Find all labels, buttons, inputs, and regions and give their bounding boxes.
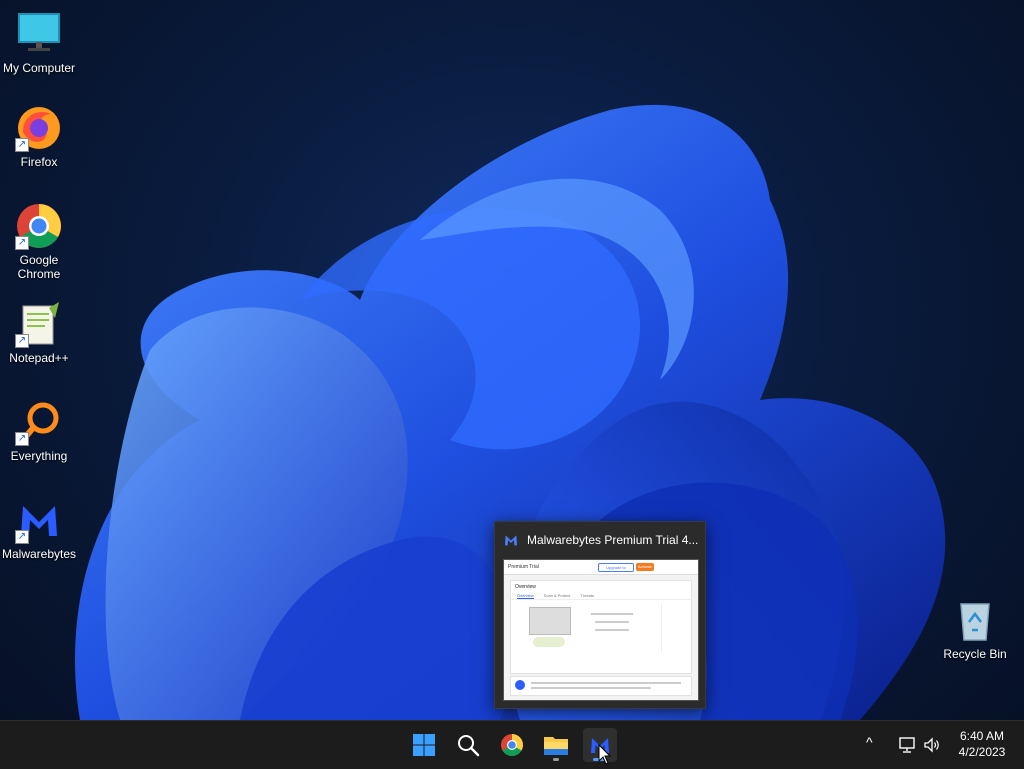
desktop-icon-label: Recycle Bin [943,647,1007,661]
thumb-rating [533,637,565,647]
thumb-activate-button: Activate [636,563,654,571]
chrome-icon [501,734,523,756]
malwarebytes-icon: ↗ [15,496,63,544]
desktop-icon-label: Malwarebytes [1,547,77,561]
preview-title-text: Malwarebytes Premium Trial 4... [527,533,699,547]
desktop-icon-label: Firefox [20,155,58,169]
folder-icon [544,737,568,755]
mouse-cursor-icon [598,744,612,765]
clock-time: 6:40 AM [959,729,1005,743]
thumb-tabs: Overview Scan & Protect Threats [511,593,691,600]
preview-title: Malwarebytes Premium Trial 4... [503,532,699,548]
network-icon[interactable] [898,736,916,754]
recycle-bin-icon [951,596,999,644]
monitor-icon [15,10,63,58]
volume-icon[interactable] [923,736,941,754]
preview-thumbnail[interactable]: Premium Trial Upgrade to Premium Activat… [503,559,699,701]
show-hidden-icons-button[interactable]: ^ [866,734,873,750]
desktop-icon-everything[interactable]: ↗ Everything [0,398,78,463]
running-indicator [553,758,559,761]
thumb-tab: Overview [517,593,534,599]
thumb-news-bar [510,676,692,696]
thumb-card-title: Overview [515,584,536,590]
desktop-icon-notepadpp[interactable]: ↗ Notepad++ [0,300,78,365]
thumb-tab: Scan & Protect [543,593,571,598]
desktop-icon-label: My Computer [2,61,76,75]
search-button[interactable] [451,728,485,762]
clock-date: 4/2/2023 [958,745,1006,759]
desktop-icon-google-chrome[interactable]: ↗ Google Chrome [0,202,78,281]
search-icon [458,735,480,757]
chrome-icon: ↗ [15,202,63,250]
thumb-app-name: Premium Trial [508,564,539,570]
thumb-upgrade-button: Upgrade to Premium [598,563,634,572]
shortcut-arrow-icon: ↗ [15,138,29,152]
everything-search-icon: ↗ [15,398,63,446]
desktop-icon-label: Everything [10,449,68,463]
desktop-icon-label: Notepad++ [9,351,69,365]
clock[interactable]: 6:40 AM 4/2/2023 [948,729,1016,759]
desktop-icon-firefox[interactable]: ↗ Firefox [0,104,78,169]
shortcut-arrow-icon: ↗ [15,432,29,446]
desktop-icon-label: Google Chrome [17,253,61,281]
taskbar-file-explorer-button[interactable] [539,728,573,762]
desktop-icon-my-computer[interactable]: My Computer [0,10,78,75]
start-button[interactable] [407,728,441,762]
malwarebytes-icon [505,535,517,546]
thumb-laptop-illustration [529,607,571,635]
taskbar-window-preview[interactable]: Malwarebytes Premium Trial 4... Premium … [494,521,706,709]
thumb-card: Overview Overview Scan & Protect Threats [510,580,692,674]
taskbar-chrome-button[interactable] [495,728,529,762]
thumb-tab: Threats [580,593,594,598]
desktop-icon-recycle-bin[interactable]: Recycle Bin [936,596,1014,661]
taskbar: ^ 6:40 AM 4/2/2023 [0,720,1024,769]
shortcut-arrow-icon: ↗ [15,334,29,348]
notepadpp-icon: ↗ [15,300,63,348]
windows-start-icon [413,734,435,756]
firefox-icon: ↗ [15,104,63,152]
desktop-icon-malwarebytes[interactable]: ↗ Malwarebytes [0,496,78,561]
shortcut-arrow-icon: ↗ [15,236,29,250]
shortcut-arrow-icon: ↗ [15,530,29,544]
